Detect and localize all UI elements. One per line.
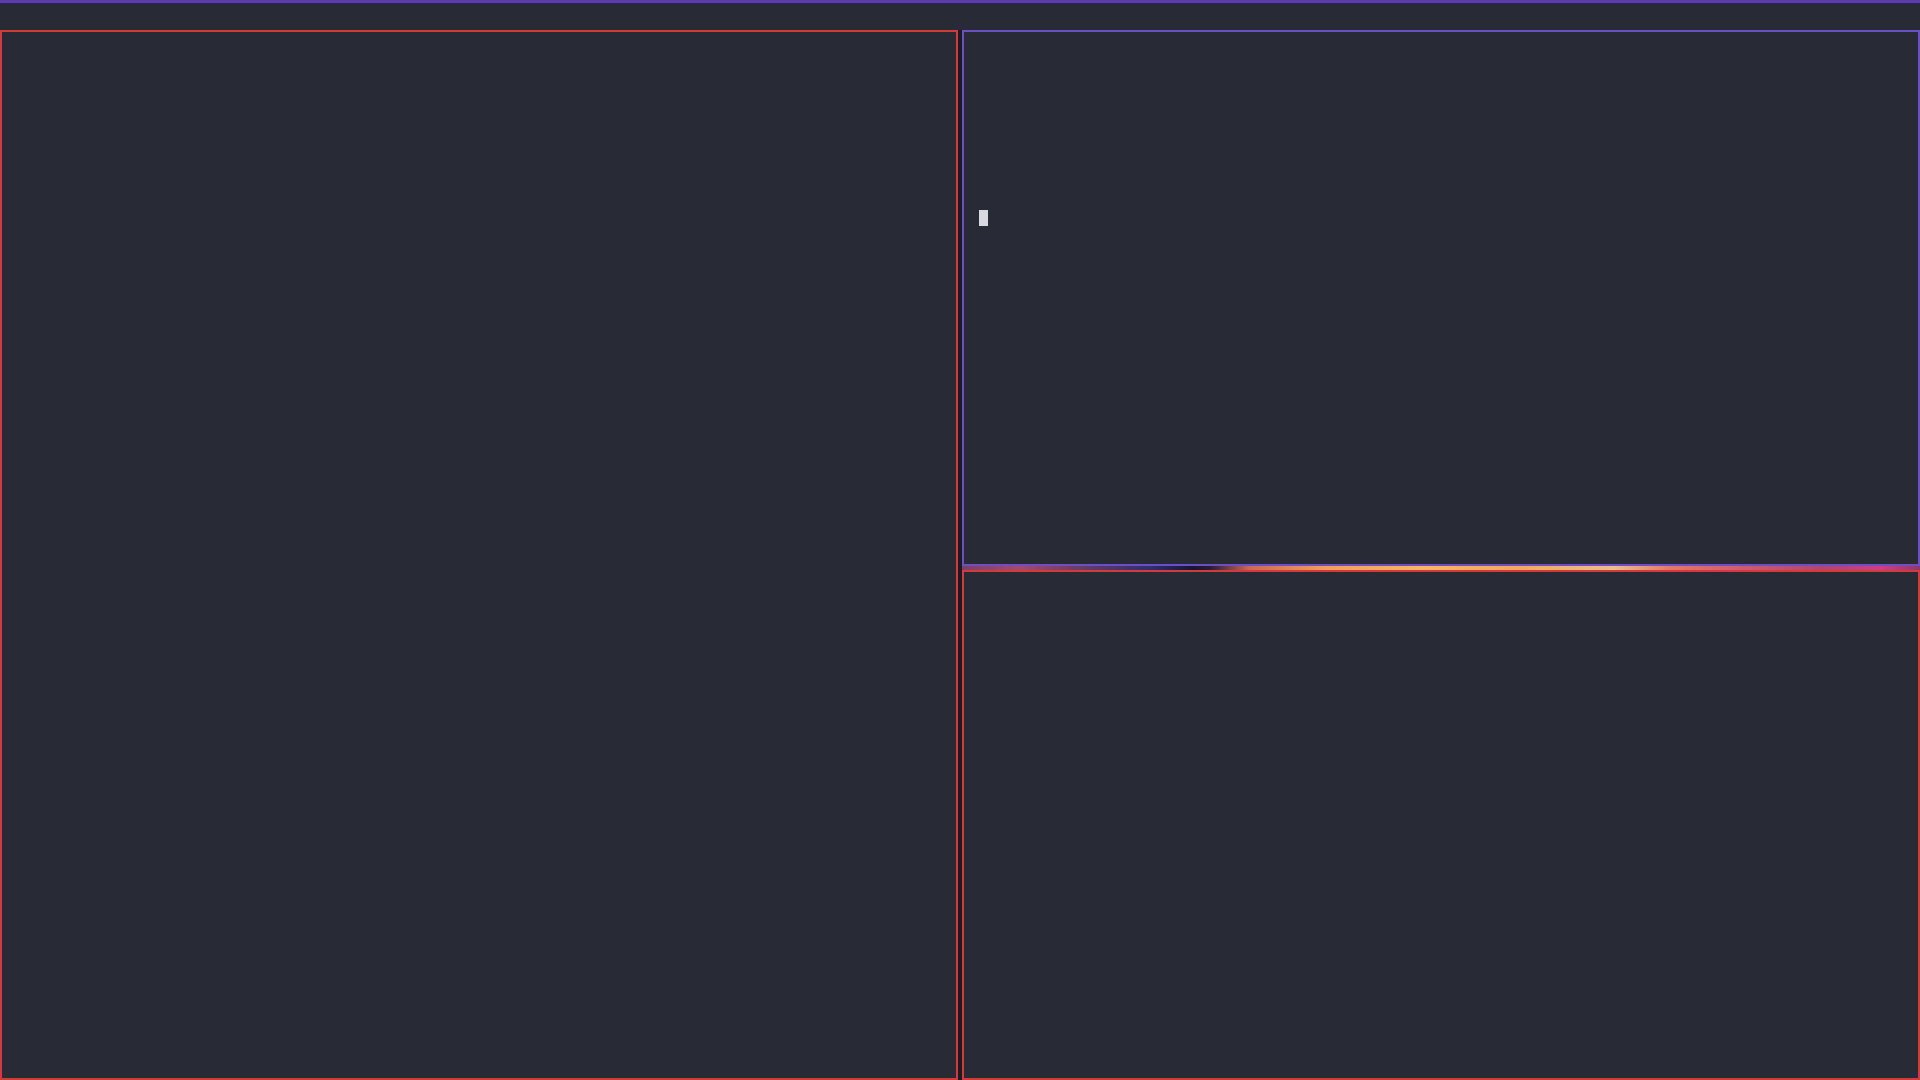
vim-body[interactable] (2, 32, 956, 1078)
htop-function-keys[interactable] (964, 1056, 1918, 1078)
terminal-cursor[interactable] (979, 210, 988, 226)
neofetch-output (964, 32, 1918, 564)
window-terminal[interactable] (962, 30, 1920, 566)
status-bar (0, 0, 1920, 30)
htop-body[interactable] (964, 572, 1918, 1078)
vim-text-buffer[interactable] (2, 32, 956, 34)
htop-content (964, 572, 1918, 1078)
desktop (0, 30, 1920, 1080)
shell-prompt-line[interactable] (970, 210, 1912, 228)
vim-status-line (2, 1056, 956, 1078)
bar-accent-line (0, 0, 1920, 3)
terminal-body[interactable] (964, 32, 1918, 564)
window-vim[interactable] (0, 30, 958, 1080)
window-htop[interactable] (962, 570, 1920, 1080)
